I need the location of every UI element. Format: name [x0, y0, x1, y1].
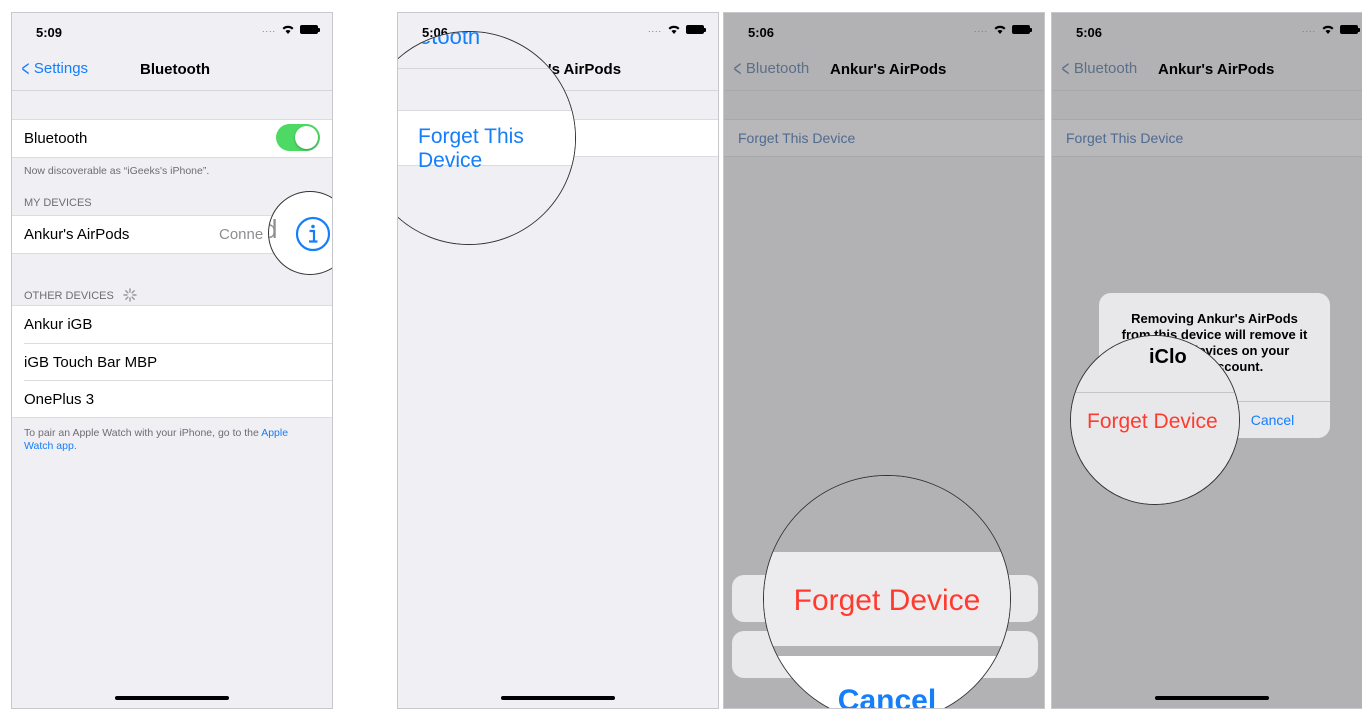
battery-icon [300, 24, 320, 34]
info-icon[interactable] [295, 216, 331, 252]
other-devices-list: Ankur iGB iGB Touch Bar MBP OnePlus 3 [12, 305, 332, 418]
page-title: Ankur's AirPods [1158, 61, 1275, 78]
chevron-left-icon: < [733, 55, 742, 81]
back-button-settings[interactable]: < Settings [19, 55, 88, 81]
apple-watch-footer: To pair an Apple Watch with your iPhone,… [24, 427, 289, 452]
signal-dots-icon: .... [261, 24, 276, 34]
signal-dots-icon: .... [647, 24, 662, 34]
my-devices-header: MY DEVICES [24, 197, 92, 209]
status-time: 5:09 [36, 25, 63, 40]
page-title: Ankur's AirPods [830, 61, 947, 78]
wifi-icon [668, 25, 680, 34]
magnifier-action-sheet: Forget Device Cancel [763, 475, 1011, 708]
bluetooth-toggle-row: Bluetooth [12, 120, 332, 157]
wifi-icon [1322, 25, 1334, 34]
bluetooth-toggle[interactable] [276, 124, 320, 151]
device-row-ankur-igb[interactable]: Ankur iGB [12, 306, 332, 343]
signal-dots-icon: .... [1301, 24, 1316, 34]
loading-spinner-icon [123, 288, 137, 302]
device-status: Conne [219, 226, 264, 243]
magnified-status-text: d [269, 214, 277, 245]
battery-icon [686, 24, 706, 34]
forget-device-button[interactable]: Forget Device [1087, 410, 1218, 434]
magnifier-alert: iClo Forget Device [1070, 335, 1240, 505]
forget-this-device-button[interactable]: Forget This Device [418, 125, 575, 173]
forget-this-device-cell: Forget This Device [738, 130, 856, 146]
forget-device-button[interactable]: Forget Device [764, 584, 1010, 618]
confirm-alert-screen: 5:06 .... < Bluetooth Ankur's AirPods Fo… [1051, 12, 1362, 709]
navigation-bar: < Settings Bluetooth [12, 51, 332, 91]
navigation-bar: < Bluetooth Ankur's AirPods [1052, 51, 1362, 91]
status-bar: 5:06 .... [724, 23, 1044, 45]
page-title: Bluetooth [140, 61, 210, 78]
back-button-bluetooth[interactable]: < Bluetooth [731, 55, 810, 81]
status-time: 5:06 [748, 25, 775, 40]
home-indicator [1155, 696, 1269, 700]
wifi-icon [282, 25, 294, 34]
battery-icon [1340, 24, 1360, 34]
home-indicator [501, 696, 615, 700]
status-bar: 5:09 .... [12, 23, 332, 45]
cancel-button[interactable]: Cancel [764, 684, 1010, 708]
magnifier-info: d [268, 191, 332, 275]
back-button-bluetooth[interactable]: < Bluetooth [1059, 55, 1138, 81]
action-sheet-screen: 5:06 .... < Bluetooth Ankur's AirPods Fo… [723, 12, 1045, 709]
magnified-alert-text: iClo [1149, 346, 1187, 368]
chevron-left-icon: < [1061, 55, 1070, 81]
wifi-icon [994, 25, 1006, 34]
status-bar: 5:06 .... [1052, 23, 1362, 45]
home-indicator [115, 696, 229, 700]
discoverable-note: Now discoverable as “iGeeks's iPhone”. [24, 165, 210, 177]
navigation-bar: < Bluetooth Ankur's AirPods [724, 51, 1044, 91]
device-row-oneplus-3[interactable]: OnePlus 3 [24, 380, 332, 417]
chevron-left-icon: < [21, 55, 30, 81]
airpods-detail-screen: 5:06 .... 's AirPods etooth Forget This … [397, 12, 719, 709]
battery-icon [1012, 24, 1032, 34]
status-time: 5:06 [1076, 25, 1103, 40]
device-name: Ankur's AirPods [24, 226, 130, 243]
other-devices-header: OTHER DEVICES [24, 288, 137, 302]
device-row-igb-touch-bar-mbp[interactable]: iGB Touch Bar MBP [24, 343, 332, 380]
signal-dots-icon: .... [973, 24, 988, 34]
magnifier-forget: etooth Forget This Device [398, 31, 576, 245]
bluetooth-settings-screen: 5:09 .... < Settings Bluetooth Bluetooth… [11, 12, 333, 709]
bluetooth-label: Bluetooth [24, 130, 88, 147]
back-button-partial[interactable]: etooth [419, 32, 480, 50]
forget-this-device-cell: Forget This Device [1066, 130, 1184, 146]
